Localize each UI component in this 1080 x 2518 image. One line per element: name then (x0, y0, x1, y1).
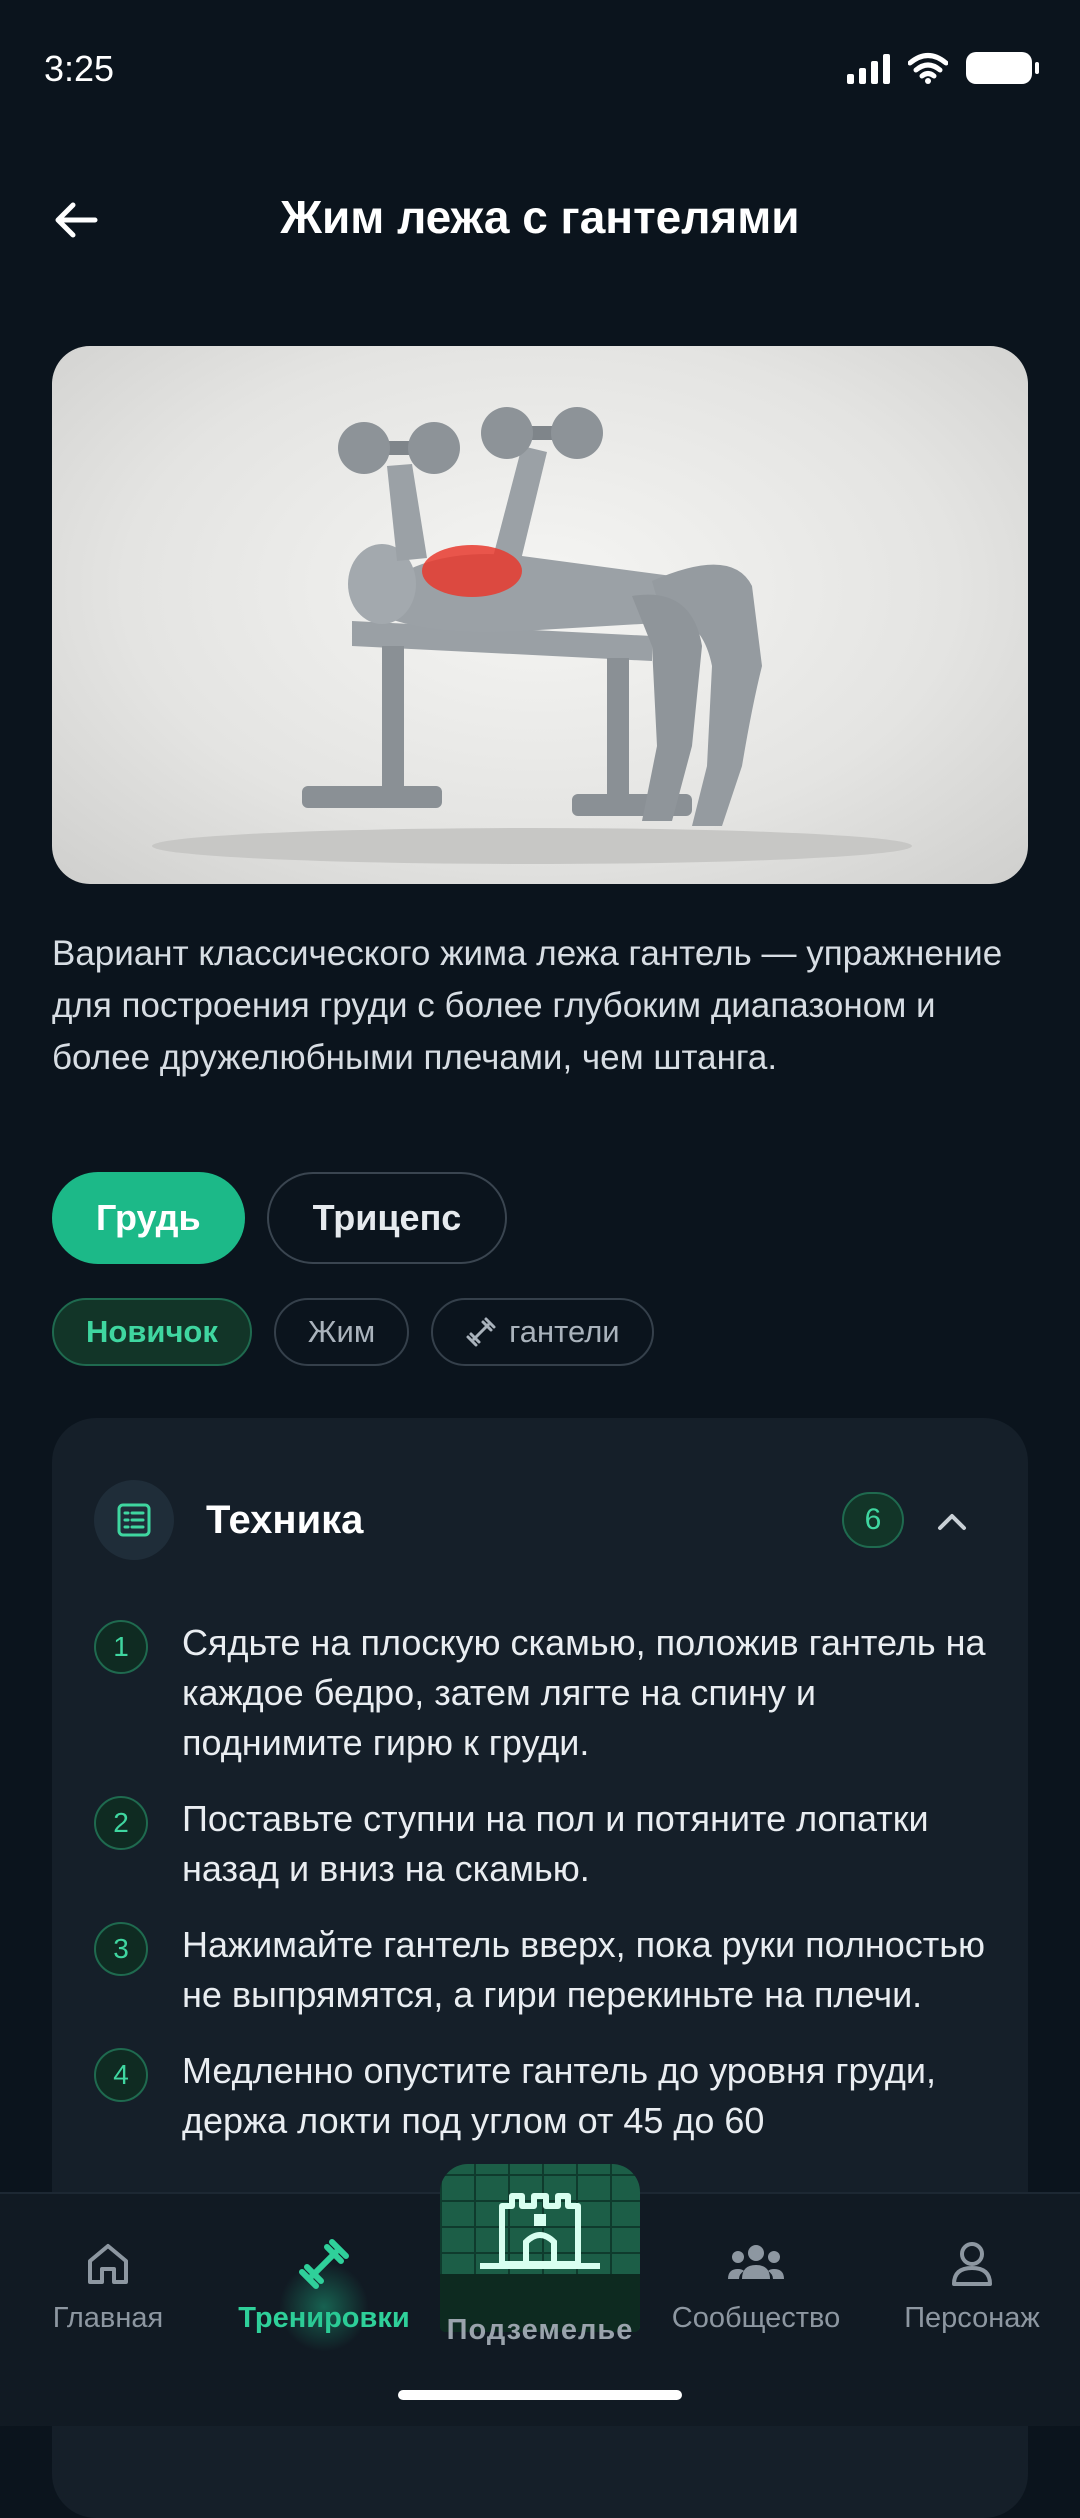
nav-workouts[interactable]: Тренировки (224, 2234, 424, 2352)
list-icon (94, 1480, 174, 1560)
nav-home[interactable]: Главная (8, 2234, 208, 2335)
user-icon (952, 2242, 992, 2286)
home-indicator[interactable] (398, 2390, 682, 2400)
list-item: 2 Поставьте ступни на пол и потяните лоп… (94, 1794, 988, 1894)
equipment-label: гантели (509, 1314, 620, 1349)
users-icon (728, 2245, 784, 2279)
list-item: 1 Сядьте на плоскую скамью, положив гант… (94, 1618, 988, 1768)
exercise-illustration (152, 407, 912, 864)
status-time: 3:25 (44, 48, 115, 89)
castle-icon (440, 2193, 640, 2332)
wifi-icon (908, 53, 948, 84)
step-count-badge: 6 (842, 1492, 904, 1548)
tag-chips: Новичок Жим гантели (52, 1298, 654, 1366)
nav-home-label: Главная (52, 2302, 164, 2334)
nav-community-label: Сообщество (671, 2302, 841, 2334)
muscle-chips: Грудь Трицепс (52, 1172, 508, 1264)
muscle-chip-chest[interactable]: Грудь (52, 1172, 245, 1264)
step-number: 4 (94, 2048, 148, 2102)
level-badge: Новичок (52, 1298, 252, 1366)
type-badge: Жим (273, 1298, 410, 1366)
step-text: Медленно опустите гантель до уровня груд… (182, 2050, 937, 2141)
muscle-chip-triceps[interactable]: Трицепс (266, 1172, 508, 1264)
status-bar: 3:25 (0, 0, 1080, 140)
technique-steps: 1 Сядьте на плоскую скамью, положив гант… (94, 1618, 988, 2172)
step-number: 1 (94, 1620, 148, 1674)
step-text: Нажимайте гантель вверх, пока руки полно… (182, 1924, 986, 2015)
list-item: 4 Медленно опустите гантель до уровня гр… (94, 2046, 988, 2146)
list-item: 3 Нажимайте гантель вверх, пока руки пол… (94, 1920, 988, 2020)
status-icons (847, 52, 1039, 84)
technique-header[interactable]: Техника 6 (94, 1480, 986, 1560)
equipment-badge: гантели (431, 1298, 654, 1366)
technique-title: Техника (206, 1498, 364, 1542)
step-text: Поставьте ступни на пол и потяните лопат… (182, 1798, 929, 1889)
page-title: Жим лежа с гантелями (280, 191, 800, 243)
battery-icon (966, 52, 1039, 84)
nav-character[interactable]: Персонаж (872, 2234, 1072, 2335)
signal-icon (847, 52, 890, 84)
exercise-image (52, 346, 1028, 884)
home-icon (88, 2244, 128, 2284)
nav-character-label: Персонаж (904, 2302, 1040, 2334)
dumbbell-icon (299, 2239, 349, 2289)
step-text: Сядьте на плоскую скамью, положив гантел… (182, 1622, 986, 1763)
exercise-description: Вариант классического жима лежа гантель … (52, 934, 1003, 1077)
nav-community[interactable]: Сообщество (656, 2234, 856, 2335)
step-number: 3 (94, 1922, 148, 1976)
step-number: 2 (94, 1796, 148, 1850)
nav-dungeon-label: Подземелье (446, 2314, 634, 2346)
chevron-up-icon[interactable] (928, 1498, 976, 1546)
dumbbell-icon (466, 1317, 496, 1347)
nav-dungeon[interactable] (440, 2164, 640, 2332)
header: Жим лежа с гантелями (0, 170, 1080, 270)
